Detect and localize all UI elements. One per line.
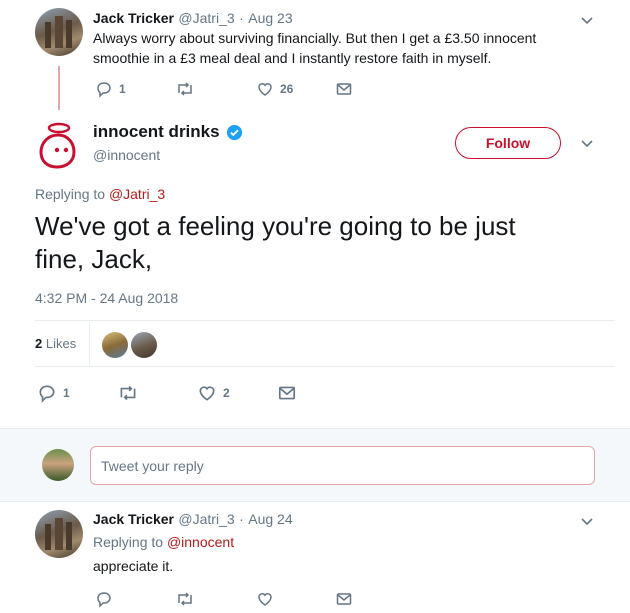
- reply-header: Jack Tricker @Jatri_3 · Aug 24: [93, 511, 293, 529]
- reply-avatar[interactable]: [35, 510, 83, 558]
- reply-input[interactable]: Tweet your reply: [90, 446, 595, 485]
- retweet-icon: [120, 385, 136, 401]
- dot-separator: ·: [239, 511, 244, 527]
- author-name[interactable]: Jack Tricker: [93, 10, 174, 26]
- reply-tweet-text: appreciate it.: [93, 558, 174, 574]
- like-icon: [258, 593, 272, 606]
- verified-badge-icon: [226, 124, 243, 140]
- likes-label: Likes: [45, 336, 77, 351]
- author-handle[interactable]: @Jatri_3: [178, 10, 234, 26]
- replying-handle-link[interactable]: @Jatri_3: [109, 186, 165, 202]
- likes-stat[interactable]: 2 Likes: [35, 336, 76, 351]
- tweet-text-line: Always worry about surviving financially…: [93, 30, 537, 46]
- reply-icon: [97, 592, 111, 608]
- liker-avatar[interactable]: [131, 332, 157, 358]
- main-author: innocent drinks: [93, 122, 243, 142]
- retweet-action[interactable]: [175, 80, 195, 98]
- reply-box-section: Tweet your reply: [0, 428, 630, 502]
- message-action[interactable]: [335, 590, 353, 608]
- author-name[interactable]: innocent drinks: [93, 122, 220, 141]
- thread-line: [58, 66, 60, 110]
- reply-icon: [39, 385, 55, 403]
- like-icon: [199, 386, 215, 401]
- chevron-down-icon[interactable]: [579, 135, 595, 151]
- retweet-action[interactable]: [175, 590, 195, 608]
- message-icon: [336, 593, 352, 605]
- tweet-text-line: smoothie in a £3 meal deal and I instant…: [93, 50, 492, 66]
- message-action[interactable]: [335, 80, 353, 98]
- parent-header: Jack Tricker @Jatri_3 · Aug 23: [93, 10, 293, 28]
- follow-button[interactable]: Follow: [455, 127, 561, 159]
- innocent-logo[interactable]: [35, 120, 81, 170]
- message-icon: [278, 386, 296, 400]
- author-handle[interactable]: @Jatri_3: [178, 511, 234, 527]
- tweet-text-line: fine, Jack,: [35, 244, 153, 274]
- parent-avatar[interactable]: [35, 8, 83, 56]
- reply-count: 1: [119, 82, 126, 96]
- stats-divider: [89, 322, 90, 366]
- tweet-text-line: We've got a feeling you're going to be j…: [35, 211, 516, 241]
- reply-action[interactable]: 1: [95, 80, 126, 98]
- like-icon: [258, 83, 272, 96]
- chevron-down-icon[interactable]: [579, 513, 595, 529]
- replying-to: Replying to @Jatri_3: [35, 186, 165, 202]
- author-handle[interactable]: @innocent: [93, 147, 160, 163]
- dot-separator: ·: [239, 10, 244, 26]
- divider: [35, 320, 615, 321]
- like-action[interactable]: 26: [256, 80, 293, 98]
- current-user-avatar[interactable]: [42, 449, 74, 481]
- reply-count: 1: [63, 386, 70, 400]
- replying-to: Replying to @innocent: [93, 534, 234, 550]
- like-action[interactable]: 2: [197, 383, 230, 403]
- tweet-date[interactable]: Aug 24: [248, 511, 292, 527]
- reply-icon: [97, 82, 111, 98]
- replying-prefix: Replying to: [93, 534, 164, 550]
- chevron-down-icon[interactable]: [579, 12, 595, 28]
- retweet-icon: [178, 82, 192, 96]
- replying-prefix: Replying to: [35, 186, 106, 202]
- message-action[interactable]: [277, 383, 297, 403]
- like-count: 2: [223, 386, 230, 400]
- replying-handle-link[interactable]: @innocent: [167, 534, 234, 550]
- main-tweet-text: We've got a feeling you're going to be j…: [35, 210, 516, 276]
- likes-count: 2: [35, 336, 43, 351]
- divider: [35, 366, 615, 367]
- like-count: 26: [280, 82, 294, 96]
- reply-input-placeholder: Tweet your reply: [101, 458, 204, 474]
- parent-tweet-text: Always worry about surviving financially…: [93, 28, 613, 68]
- author-name[interactable]: Jack Tricker: [93, 511, 174, 527]
- tweet-timestamp[interactable]: 4:32 PM - 24 Aug 2018: [35, 290, 178, 306]
- like-action[interactable]: [256, 590, 274, 608]
- reply-action[interactable]: 1: [37, 383, 70, 403]
- retweet-icon: [178, 592, 192, 606]
- reply-action[interactable]: [95, 590, 113, 608]
- tweet-date[interactable]: Aug 23: [248, 10, 292, 26]
- message-icon: [336, 83, 352, 95]
- liker-avatar[interactable]: [102, 332, 128, 358]
- retweet-action[interactable]: [117, 383, 139, 403]
